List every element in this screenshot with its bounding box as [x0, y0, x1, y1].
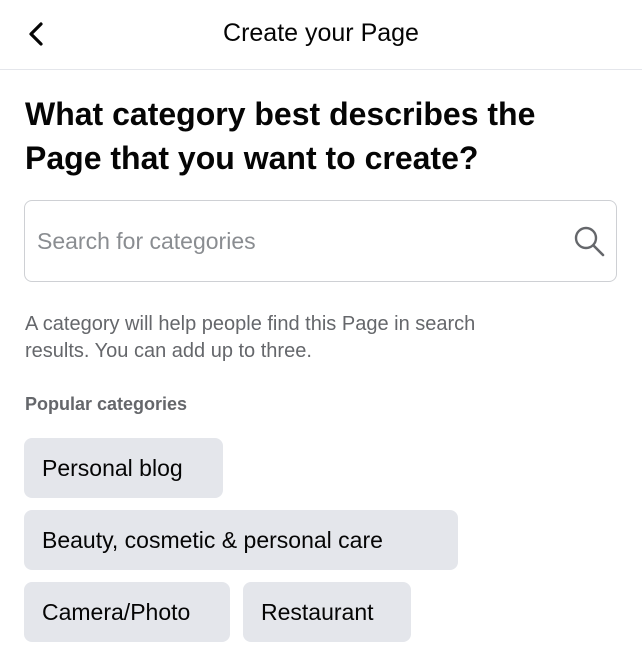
heading-line-2: Page that you want to create? [25, 140, 479, 176]
popular-categories-label: Popular categories [25, 394, 188, 414]
category-chip-restaurant[interactable]: Restaurant [243, 582, 411, 642]
helper-line-1: A category will help people find this Pa… [25, 313, 476, 335]
search-field[interactable] [24, 200, 617, 282]
helper-line-2: results. You can add up to three. [25, 340, 312, 362]
category-chip-camera-photo[interactable]: Camera/Photo [24, 582, 230, 642]
heading-line-1: What category best describes the [25, 96, 536, 132]
page-title: Create your Page [223, 19, 419, 47]
helper-text: A category will help people find this Pa… [25, 311, 585, 365]
question-heading: What category best describes the Page th… [25, 92, 625, 180]
top-bar: Create your Page [0, 0, 642, 70]
search-icon[interactable] [572, 224, 606, 258]
category-chip-beauty[interactable]: Beauty, cosmetic & personal care [24, 510, 458, 570]
category-chip-personal-blog[interactable]: Personal blog [24, 438, 223, 498]
search-input[interactable] [25, 211, 567, 271]
